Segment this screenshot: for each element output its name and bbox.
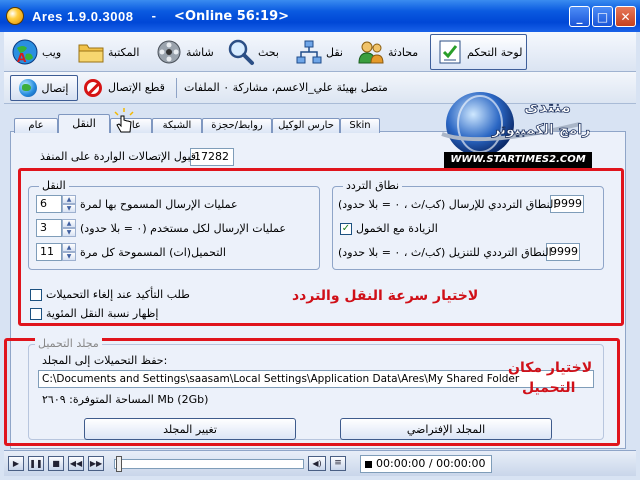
tab-transfer[interactable]: النقل: [58, 114, 110, 133]
pause-icon[interactable]: ❚❚: [28, 456, 44, 471]
tab-links[interactable]: روابط/حجزة: [202, 118, 272, 133]
folder-icon: [76, 37, 106, 67]
idle-increase-checkbox[interactable]: ✓: [340, 223, 352, 235]
volume-icon[interactable]: ◀): [308, 456, 326, 471]
web-icon: A: [10, 37, 40, 67]
annotation-speed-text: لاختيار سرعة النقل والتردد: [292, 288, 479, 304]
stop-state-icon: [365, 460, 372, 468]
hand-cursor-icon: [114, 108, 134, 133]
confirm-cancel-checkbox[interactable]: [30, 289, 42, 301]
spin-down-icon[interactable]: ▼: [62, 252, 76, 261]
upload-bandwidth-label: النطاق الترددي للإرسال (كب/ث ، ٠ = بلا ح…: [338, 198, 557, 211]
connect-label: إتصال: [41, 81, 69, 95]
logo-line2: برامج الكمبيوتر: [491, 122, 590, 138]
time-display: 00:00:00 / 00:00:00: [360, 455, 492, 473]
uploads-per-user-stepper[interactable]: 3 ▲ ▼: [36, 219, 76, 237]
toolbar-search[interactable]: بحث: [226, 34, 279, 70]
downloads-at-once-label: التحميل(ات) المسموحة كل مرة: [80, 246, 226, 259]
main-toolbar: A ويب المكتبة شاشة بحث نقل محادثة لوحة ا…: [4, 32, 636, 72]
tab-network[interactable]: الشبكة: [152, 118, 202, 133]
previous-icon[interactable]: ◀◀: [68, 456, 84, 471]
change-folder-button[interactable]: تغيير المجلد: [84, 418, 296, 440]
toolbar-web[interactable]: A ويب: [10, 34, 61, 70]
toolbar-library[interactable]: المكتبة: [76, 34, 139, 70]
chat-users-icon: [356, 37, 386, 67]
film-reel-icon: [154, 37, 184, 67]
maximize-button[interactable]: □: [592, 6, 613, 27]
download-folder-group-title: مجلد التحميل: [35, 337, 102, 350]
window-title: Ares 1.9.0.3008: [32, 8, 134, 24]
download-bandwidth-label: النطاق الترددي للتنزيل (كب/ث ، ٠ = بلا ح…: [338, 246, 552, 259]
toolbar-library-label: المكتبة: [108, 45, 140, 59]
show-percent-label: إظهار نسبة النقل المئوية: [46, 307, 159, 320]
spin-down-icon[interactable]: ▼: [62, 204, 76, 213]
window-controls: _ □ ✕: [569, 6, 636, 27]
connection-status: متصل بهيئة علي_الاعسم، مشاركة ٠ الملفات: [184, 81, 388, 94]
play-icon[interactable]: ▶: [8, 456, 24, 471]
show-percent-checkbox[interactable]: [30, 308, 42, 320]
title-bar: Ares 1.9.0.3008 - <Online 56:19> _ □ ✕: [0, 0, 640, 32]
toolbar-control-panel-label: لوحة التحكم: [467, 45, 523, 59]
downloads-at-once-stepper[interactable]: 11 ▲ ▼: [36, 243, 76, 261]
tab-skin[interactable]: Skin: [340, 118, 380, 133]
minimize-button[interactable]: _: [569, 6, 590, 27]
spin-down-icon[interactable]: ▼: [62, 228, 76, 237]
time-text: 00:00:00 / 00:00:00: [376, 457, 486, 470]
tab-general[interactable]: عام: [14, 118, 58, 133]
ares-app-icon: [6, 7, 24, 25]
close-button[interactable]: ✕: [615, 6, 636, 27]
free-space-label: المساحة المتوفرة: ٢٦٠٩ Mb (2Gb): [42, 393, 209, 406]
toolbar-transfer-label: نقل: [326, 45, 343, 59]
toolbar-web-label: ويب: [42, 45, 62, 59]
seek-thumb[interactable]: [116, 456, 122, 472]
connect-button[interactable]: إتصال: [10, 75, 78, 101]
toolbar-chat-label: محادثة: [388, 45, 419, 59]
spin-up-icon[interactable]: ▲: [62, 243, 76, 252]
downloads-at-once-value[interactable]: 11: [36, 243, 62, 261]
uploads-per-user-value[interactable]: 3: [36, 219, 62, 237]
next-icon[interactable]: ▶▶: [88, 456, 104, 471]
toolbar-chat[interactable]: محادثة: [356, 34, 418, 70]
media-player-bar: ▶ ❚❚ ■ ◀◀ ▶▶ ◀) ≡ 00:00:00 / 00:00:00: [4, 450, 636, 476]
stop-icon[interactable]: ■: [48, 456, 64, 471]
disconnect-icon[interactable]: [84, 79, 102, 97]
confirm-cancel-label: طلب التأكيد عند إلغاء التحميلات: [46, 288, 190, 301]
port-label: قبول الإتصالات الواردة على المنفذ:: [40, 150, 200, 163]
toolbar-search-label: بحث: [258, 45, 279, 59]
search-icon: [226, 37, 256, 67]
network-transfer-icon: [294, 37, 324, 67]
online-status: <Online 56:19>: [174, 8, 290, 24]
globe-icon: [19, 79, 38, 97]
spin-up-icon[interactable]: ▲: [62, 219, 76, 228]
transfer-group-title: النقل: [39, 179, 69, 192]
logo-url: WWW.STARTIMES2.COM: [444, 152, 592, 168]
logo-line1: منتدى: [524, 97, 571, 116]
annotation-folder-text-2: التحميل: [522, 380, 576, 396]
uploads-per-user-label: عمليات الإرسال لكل مستخدم (٠ = بلا حدود): [80, 222, 286, 235]
divider: [176, 78, 177, 98]
tab-proxy-guard[interactable]: حارس الوكيل: [272, 118, 340, 133]
bandwidth-group-title: نطاق التردد: [343, 179, 403, 192]
control-panel-icon: [435, 37, 465, 67]
toolbar-screen[interactable]: شاشة: [154, 34, 214, 70]
playlist-icon[interactable]: ≡: [330, 456, 346, 471]
idle-increase-label: الزيادة مع الخمول: [356, 222, 438, 235]
save-to-label: حفظ التحميلات إلى المجلد:: [42, 354, 168, 367]
toolbar-control-panel[interactable]: لوحة التحكم: [430, 34, 528, 70]
toolbar-screen-label: شاشة: [186, 45, 214, 59]
toolbar-transfer[interactable]: نقل: [294, 34, 343, 70]
disconnect-label[interactable]: قطع الإتصال: [108, 81, 165, 94]
title-separator: -: [151, 9, 157, 23]
uploads-at-once-label: عمليات الإرسال المسموح بها لمرة: [80, 198, 238, 211]
default-folder-button[interactable]: المجلد الإفتراضي: [340, 418, 552, 440]
annotation-folder-text-1: لاختيار مكان: [508, 360, 593, 376]
svg-text:A: A: [17, 51, 27, 65]
seek-track[interactable]: [114, 459, 304, 469]
uploads-at-once-value[interactable]: 6: [36, 195, 62, 213]
uploads-at-once-stepper[interactable]: 6 ▲ ▼: [36, 195, 76, 213]
spin-up-icon[interactable]: ▲: [62, 195, 76, 204]
